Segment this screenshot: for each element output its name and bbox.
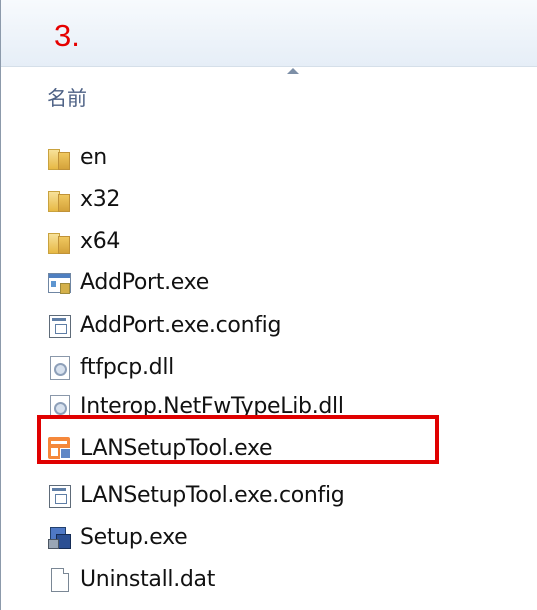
file-name: AddPort.exe.config <box>80 312 282 338</box>
file-name: ftfpcp.dll <box>80 354 174 380</box>
dll-file-icon <box>48 355 70 380</box>
file-name: Uninstall.dat <box>80 566 216 592</box>
list-item-ftfpcp-dll[interactable]: ftfpcp.dll <box>48 348 174 386</box>
setup-icon <box>48 525 71 549</box>
explorer-window: 3. 名前 en x32 x64 AddPort.exe AddPort.exe… <box>0 0 537 610</box>
blank-file-icon <box>48 567 70 592</box>
window-left-edge <box>0 0 1 610</box>
list-item-uninstall-dat[interactable]: Uninstall.dat <box>48 560 215 598</box>
config-file-icon <box>48 313 71 338</box>
list-item-setup-exe[interactable]: Setup.exe <box>48 518 188 556</box>
application-icon <box>48 270 71 294</box>
file-name: x64 <box>80 228 121 254</box>
column-header-name[interactable]: 名前 <box>47 82 87 111</box>
file-name: x32 <box>80 186 121 212</box>
sort-ascending-icon[interactable] <box>287 68 299 74</box>
folder-icon <box>48 230 70 254</box>
folder-icon <box>48 146 70 170</box>
header-band <box>0 0 537 67</box>
file-name: en <box>80 144 107 170</box>
list-item-x64[interactable]: x64 <box>48 222 120 260</box>
highlight-box <box>37 415 439 464</box>
folder-icon <box>48 188 70 212</box>
list-item-en[interactable]: en <box>48 138 107 176</box>
file-name: Setup.exe <box>80 524 188 550</box>
file-name: LANSetupTool.exe.config <box>80 482 345 508</box>
list-item-x32[interactable]: x32 <box>48 180 120 218</box>
list-item-lansetuptool-config[interactable]: LANSetupTool.exe.config <box>48 476 345 514</box>
step-label: 3. <box>54 18 80 53</box>
list-item-addport-exe[interactable]: AddPort.exe <box>48 263 209 301</box>
file-name: AddPort.exe <box>80 269 209 295</box>
list-item-addport-config[interactable]: AddPort.exe.config <box>48 306 281 344</box>
config-file-icon <box>48 483 71 508</box>
